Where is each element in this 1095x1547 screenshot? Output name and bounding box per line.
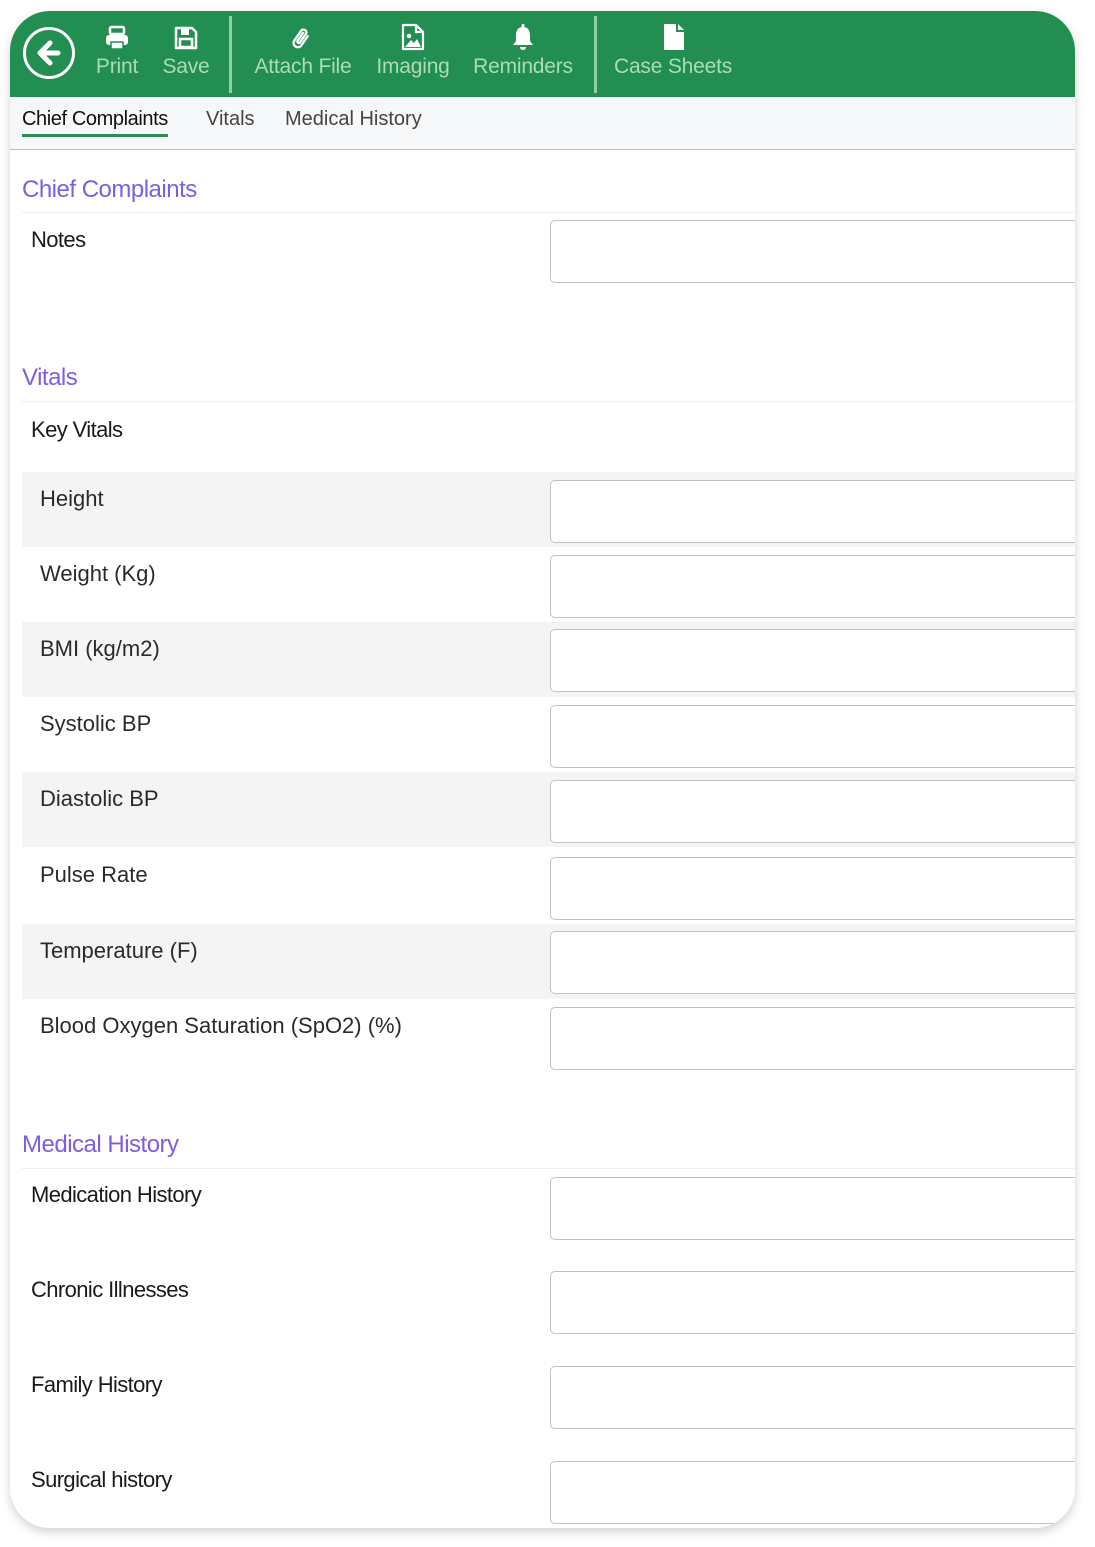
- section-divider: [22, 1168, 1075, 1169]
- tab-vitals[interactable]: Vitals: [206, 108, 255, 134]
- systolic-bp-input[interactable]: [550, 705, 1075, 768]
- family-history-label: Family History: [31, 1372, 163, 1397]
- diastolic-bp-input[interactable]: [550, 780, 1075, 843]
- toolbar-divider: [229, 16, 232, 93]
- section-divider: [22, 401, 1075, 402]
- attach-file-button[interactable]: Attach File: [252, 21, 354, 91]
- print-label: Print: [95, 55, 139, 78]
- temperature-label: Temperature (F): [40, 938, 198, 963]
- surgical-history-input[interactable]: [550, 1461, 1075, 1524]
- pulse-rate-label: Pulse Rate: [40, 862, 148, 887]
- print-button[interactable]: Print: [94, 21, 140, 91]
- bell-icon: [513, 24, 533, 50]
- printer-icon: [106, 25, 128, 50]
- arrow-left-icon: [37, 40, 61, 66]
- reminders-button[interactable]: Reminders: [473, 21, 573, 91]
- paperclip-icon: [292, 28, 309, 49]
- section-title-medical-history: Medical History: [22, 1131, 179, 1158]
- tab-bar: Chief Complaints Vitals Medical History: [10, 97, 1075, 150]
- diastolic-bp-label: Diastolic BP: [40, 786, 159, 811]
- image-file-icon: [401, 23, 425, 51]
- section-title-chief-complaints: Chief Complaints: [22, 176, 197, 203]
- section-divider: [22, 212, 1075, 213]
- weight-label: Weight (Kg): [40, 561, 156, 586]
- case-sheets-label: Case Sheets: [613, 55, 733, 78]
- tab-medical-history[interactable]: Medical History: [285, 108, 422, 134]
- weight-input[interactable]: [550, 555, 1075, 618]
- key-vitals-label: Key Vitals: [31, 417, 123, 442]
- reminders-label: Reminders: [473, 55, 573, 78]
- file-icon: [664, 24, 684, 50]
- height-label: Height: [40, 486, 104, 511]
- systolic-bp-label: Systolic BP: [40, 711, 152, 736]
- section-title-vitals: Vitals: [22, 364, 78, 391]
- family-history-input[interactable]: [550, 1366, 1075, 1429]
- chronic-illnesses-input[interactable]: [550, 1271, 1075, 1334]
- toolbar: Print Save Attach File Imaging Reminders…: [10, 11, 1075, 97]
- notes-label: Notes: [31, 227, 86, 252]
- medication-history-input[interactable]: [550, 1177, 1075, 1240]
- tab-chief-complaints[interactable]: Chief Complaints: [22, 108, 168, 137]
- pulse-rate-input[interactable]: [550, 857, 1075, 920]
- toolbar-divider: [594, 16, 597, 93]
- spo2-label: Blood Oxygen Saturation (SpO2) (%): [40, 1013, 402, 1038]
- spo2-input[interactable]: [550, 1007, 1075, 1070]
- medication-history-label: Medication History: [31, 1182, 202, 1207]
- save-label: Save: [162, 55, 210, 78]
- case-sheets-button[interactable]: Case Sheets: [613, 21, 733, 91]
- back-button[interactable]: [23, 27, 75, 79]
- imaging-button[interactable]: Imaging: [376, 21, 450, 91]
- bmi-input[interactable]: [550, 629, 1075, 692]
- bmi-label: BMI (kg/m2): [40, 636, 160, 661]
- surgical-history-label: Surgical history: [31, 1467, 172, 1492]
- save-button[interactable]: Save: [162, 21, 210, 91]
- attach-file-label: Attach File: [254, 55, 352, 78]
- floppy-disk-icon: [174, 26, 198, 50]
- imaging-label: Imaging: [376, 55, 450, 78]
- height-input[interactable]: [550, 480, 1075, 543]
- notes-input[interactable]: [550, 220, 1075, 283]
- patient-record-card: Print Save Attach File Imaging Reminders…: [10, 11, 1075, 1528]
- chronic-illnesses-label: Chronic Illnesses: [31, 1277, 189, 1302]
- temperature-input[interactable]: [550, 931, 1075, 994]
